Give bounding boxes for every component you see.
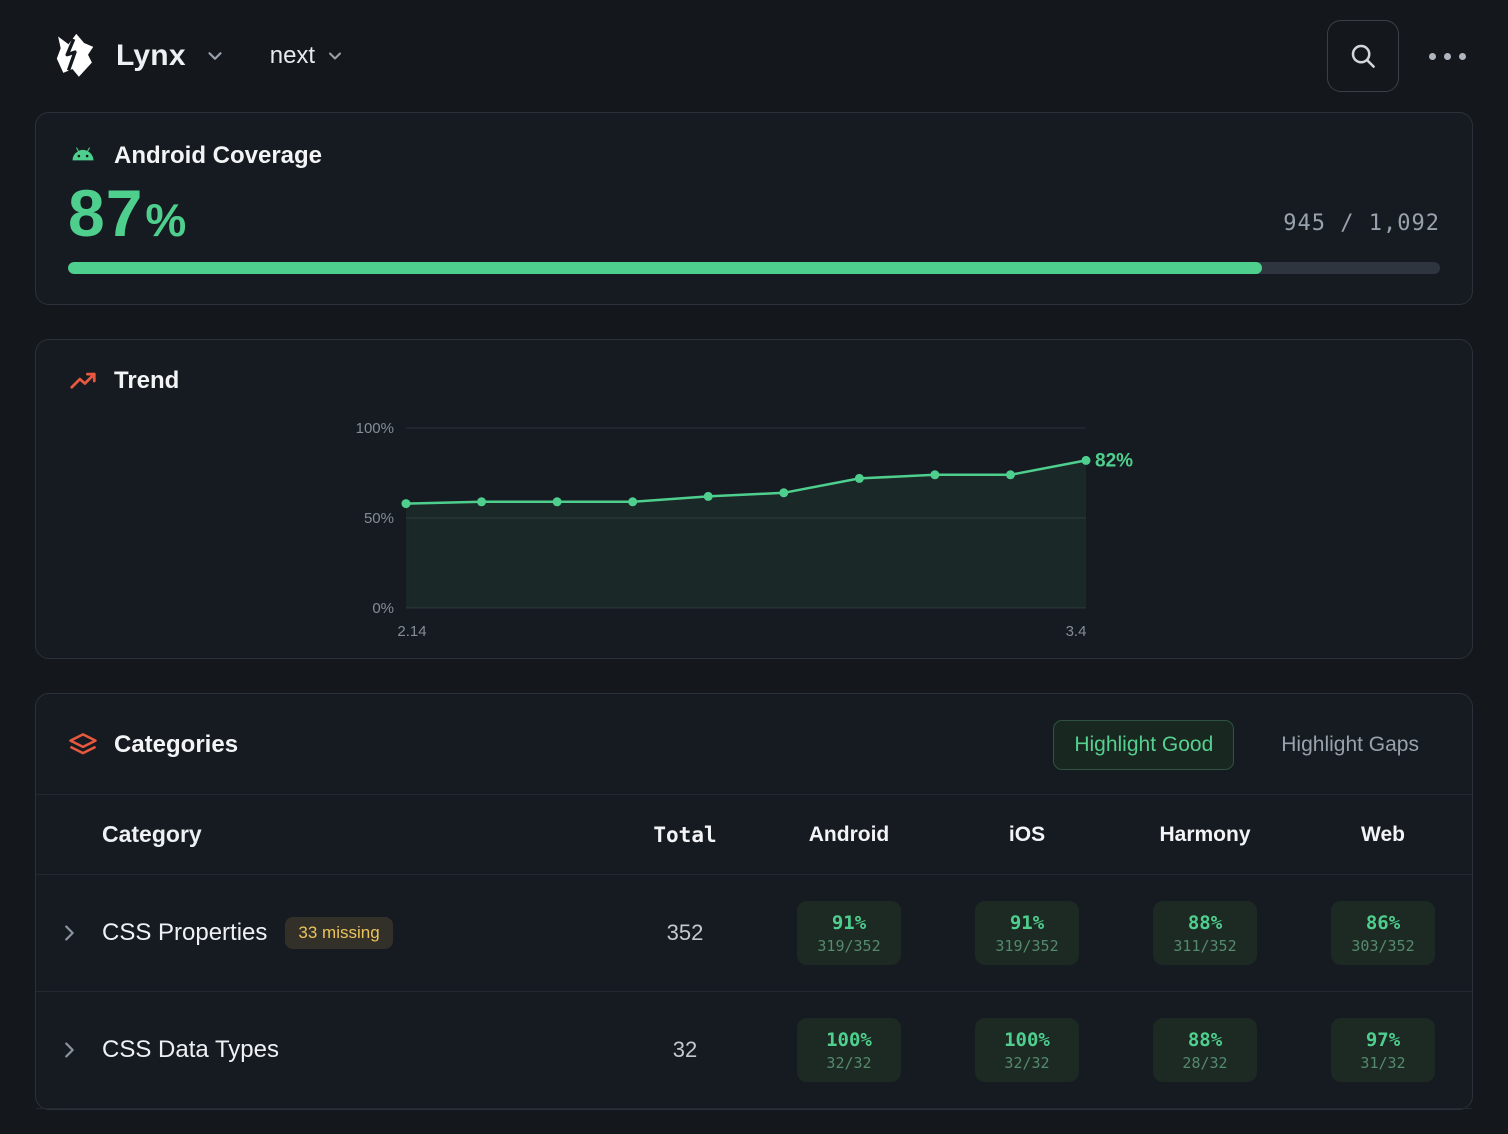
coverage-progress-fill: [68, 262, 1262, 274]
table-row-css-data-types[interactable]: CSS Data Types 32 100% 32/32 100% 32/32 …: [36, 992, 1472, 1109]
app-name: Lynx: [116, 39, 186, 73]
android-coverage-cell: 100% 32/32: [797, 1018, 901, 1082]
web-coverage-cell: 86% 303/352: [1331, 901, 1435, 965]
category-name: CSS Properties: [102, 919, 267, 947]
coverage-progress-bar: [68, 262, 1440, 274]
coverage-percent: 87%: [68, 179, 187, 248]
android-coverage-cell: 91% 319/352: [797, 901, 901, 965]
categories-title: Categories: [114, 731, 238, 759]
table-header-row: Category Total Android iOS Harmony Web: [36, 794, 1472, 875]
search-button[interactable]: [1327, 20, 1399, 92]
highlight-good-button[interactable]: Highlight Good: [1053, 720, 1234, 770]
top-bar: Lynx next: [0, 0, 1508, 112]
harmony-coverage-cell: 88% 311/352: [1153, 901, 1257, 965]
svg-text:50%: 50%: [364, 510, 394, 527]
column-header-ios: iOS: [938, 823, 1116, 847]
chevron-right-icon[interactable]: [58, 922, 80, 944]
categories-card: Categories Highlight Good Highlight Gaps…: [35, 693, 1473, 1110]
ios-coverage-cell: 91% 319/352: [975, 901, 1079, 965]
category-name: CSS Data Types: [102, 1036, 279, 1064]
top-actions: [1327, 20, 1470, 92]
column-header-android: Android: [760, 823, 938, 847]
svg-text:82%: 82%: [1095, 451, 1133, 472]
svg-text:2.14: 2.14: [397, 623, 426, 640]
branch-selector[interactable]: next: [270, 42, 345, 70]
highlight-toggle-group: Highlight Good Highlight Gaps: [1053, 720, 1440, 770]
column-header-harmony: Harmony: [1116, 823, 1294, 847]
trend-line-chart: 0% 50% 100% 2.14 3.4 82%: [344, 412, 1164, 644]
trending-up-icon: [68, 366, 98, 396]
ios-coverage-cell: 100% 32/32: [975, 1018, 1079, 1082]
android-icon: [68, 141, 98, 171]
chevron-down-icon: [325, 46, 345, 66]
android-coverage-card: Android Coverage 87% 945 / 1,092: [35, 112, 1473, 305]
coverage-fraction: 945 / 1,092: [1283, 211, 1440, 248]
chevron-down-icon: [204, 45, 226, 67]
categories-table: Category Total Android iOS Harmony Web C…: [36, 794, 1472, 1109]
web-coverage-cell: 97% 31/32: [1331, 1018, 1435, 1082]
total-value: 32: [610, 1037, 760, 1063]
highlight-gaps-button[interactable]: Highlight Gaps: [1260, 720, 1440, 770]
chevron-right-icon[interactable]: [58, 1039, 80, 1061]
layers-icon: [68, 730, 98, 760]
trend-chart: 0% 50% 100% 2.14 3.4 82%: [68, 412, 1440, 644]
branch-label: next: [270, 42, 315, 70]
missing-badge: 33 missing: [285, 917, 392, 949]
ellipsis-icon: [1429, 53, 1436, 60]
trend-card: Trend 0% 50% 100% 2.14 3.4 82%: [35, 339, 1473, 659]
search-icon: [1348, 41, 1378, 71]
total-value: 352: [610, 920, 760, 946]
svg-text:100%: 100%: [356, 420, 394, 437]
column-header-total: Total: [610, 823, 760, 847]
harmony-coverage-cell: 88% 28/32: [1153, 1018, 1257, 1082]
svg-text:0%: 0%: [372, 600, 394, 617]
svg-text:3.4: 3.4: [1066, 623, 1087, 640]
brand-area: Lynx next: [48, 29, 345, 83]
lynx-logo-icon[interactable]: [48, 29, 102, 83]
column-header-category: Category: [102, 821, 610, 848]
table-row-css-properties[interactable]: CSS Properties 33 missing 352 91% 319/35…: [36, 875, 1472, 992]
trend-title: Trend: [114, 367, 179, 395]
app-switcher-button[interactable]: [200, 41, 230, 71]
coverage-title: Android Coverage: [114, 142, 322, 170]
column-header-web: Web: [1294, 823, 1472, 847]
overflow-menu-button[interactable]: [1425, 43, 1470, 70]
